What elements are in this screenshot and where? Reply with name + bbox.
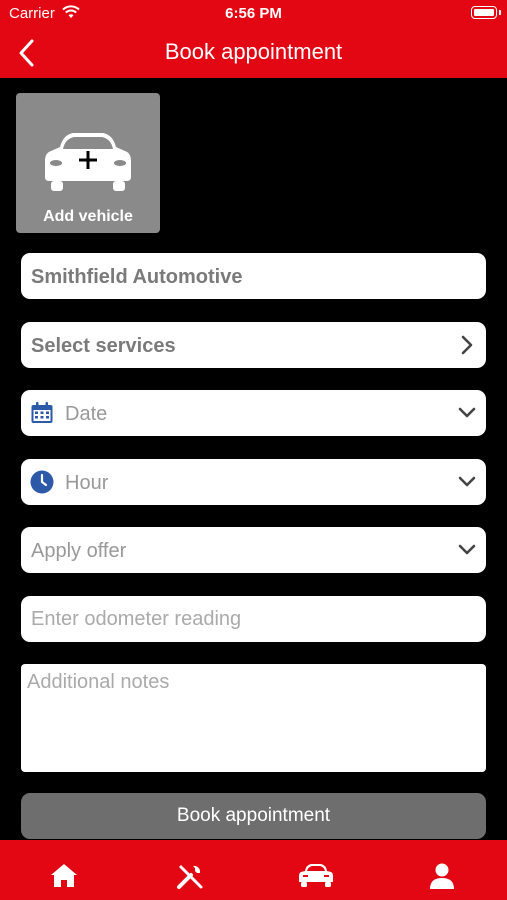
apply-offer-select[interactable]: Apply offer <box>21 527 486 573</box>
select-services-label: Select services <box>31 335 176 357</box>
chevron-down-icon <box>458 476 476 487</box>
calendar-icon <box>31 402 53 423</box>
car-plus-icon <box>45 133 131 191</box>
apply-offer-label: Apply offer <box>31 540 127 562</box>
odometer-input[interactable] <box>21 596 486 642</box>
odometer-field[interactable] <box>21 596 486 642</box>
status-bar: Carrier 6:56 PM <box>0 0 507 28</box>
notes-textarea[interactable] <box>21 664 486 772</box>
tab-services[interactable] <box>163 852 217 892</box>
hour-select[interactable]: Hour <box>21 459 486 505</box>
notes-field[interactable] <box>21 664 486 772</box>
hour-label: Hour <box>65 472 109 494</box>
book-appointment-button[interactable]: Book appointment <box>21 793 486 839</box>
tab-home[interactable] <box>37 852 91 892</box>
tools-icon <box>177 865 203 889</box>
battery-icon <box>471 6 501 19</box>
clock: 6:56 PM <box>225 5 282 22</box>
add-vehicle-button[interactable]: Add vehicle <box>16 93 160 233</box>
add-vehicle-label: Add vehicle <box>43 208 133 225</box>
chevron-down-icon <box>458 544 476 555</box>
shop-field[interactable]: Smithfield Automotive <box>21 253 486 299</box>
chevron-right-icon <box>461 335 473 355</box>
tab-vehicles[interactable] <box>289 852 343 892</box>
car-icon <box>299 864 333 887</box>
person-icon <box>430 863 454 889</box>
shop-name: Smithfield Automotive <box>31 266 243 288</box>
tab-profile[interactable] <box>416 852 470 892</box>
tab-bar <box>0 840 507 900</box>
date-label: Date <box>65 403 108 425</box>
date-select[interactable]: Date <box>21 390 486 436</box>
chevron-down-icon <box>458 407 476 418</box>
home-icon <box>51 864 77 887</box>
select-services-field[interactable]: Select services <box>21 322 486 368</box>
clock-icon <box>30 470 54 494</box>
nav-bar: Book appointment <box>0 28 507 78</box>
page-title: Book appointment <box>164 39 343 64</box>
